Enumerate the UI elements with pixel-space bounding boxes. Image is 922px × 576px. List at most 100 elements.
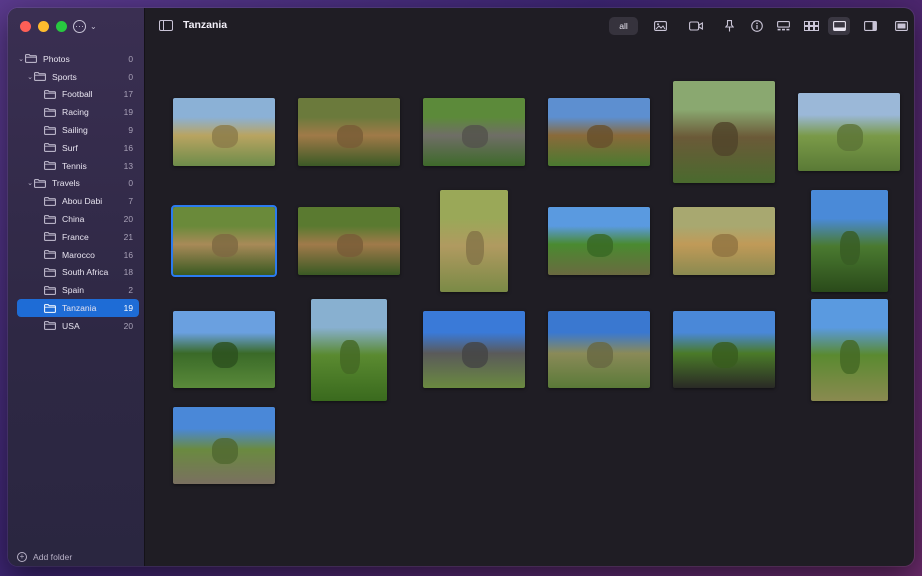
close-window-button[interactable] xyxy=(20,21,31,32)
sidebar-item-south-africa[interactable]: South Africa 18 xyxy=(8,264,145,282)
sidebar-item-china[interactable]: China 20 xyxy=(8,210,145,228)
sidebar-item-label: Spain xyxy=(62,285,84,296)
folder-icon xyxy=(44,214,56,224)
photo-thumbnail-acacia-sky-tall[interactable] xyxy=(811,190,888,292)
sidebar-item-sports[interactable]: ⌄ Sports 0 xyxy=(8,68,145,86)
sidebar-item-usa[interactable]: USA 20 xyxy=(8,317,145,335)
inspector-toggle-icon[interactable] xyxy=(860,17,880,35)
app-window: ··· ⌄ ⌄ Photos 0 ⌄ Sports 0 Football 17 Racing 19… xyxy=(8,8,914,566)
photo-thumbnail-giraffe-acacia[interactable] xyxy=(548,98,650,166)
folder-icon xyxy=(44,232,56,242)
add-folder-button[interactable]: + Add folder xyxy=(17,552,72,562)
photo-thumbnail-rock-sky[interactable] xyxy=(423,311,525,388)
chevron-down-icon: ⌄ xyxy=(90,21,97,31)
sidebar-item-surf[interactable]: Surf 16 xyxy=(8,139,145,157)
sidebar-item-label: Abou Dabi xyxy=(62,196,103,207)
main-content: Tanzania all xyxy=(145,8,914,566)
sidebar-item-count: 13 xyxy=(123,160,133,171)
photo-thumbnail-green-valley[interactable] xyxy=(311,299,387,401)
photo-subject xyxy=(465,230,484,266)
zoom-window-button[interactable] xyxy=(56,21,67,32)
photo-subject xyxy=(461,125,489,149)
photo-subject xyxy=(211,341,239,368)
toolbar: Tanzania all xyxy=(145,8,914,44)
sidebar-toggle-icon[interactable] xyxy=(159,20,173,31)
window-controls xyxy=(20,21,67,32)
photo-thumbnail-acacia-row[interactable] xyxy=(173,311,275,388)
photo-thumbnail-lionesses-cubs[interactable] xyxy=(171,205,277,277)
photo-subject xyxy=(336,125,364,149)
photo-thumbnail-savanna-clouds[interactable] xyxy=(548,311,650,388)
photo-thumbnail-elephant-bush[interactable] xyxy=(423,98,525,166)
sidebar-item-count: 19 xyxy=(123,303,133,314)
folder-icon xyxy=(44,250,56,260)
sidebar-item-racing[interactable]: Racing 19 xyxy=(8,103,145,121)
photo-thumbnail-buffalo-grass[interactable] xyxy=(673,311,775,388)
sidebar-item-label: Photos xyxy=(43,53,70,64)
photo-thumbnail-giraffes-plain[interactable] xyxy=(173,98,275,166)
sidebar-item-count: 16 xyxy=(123,249,133,260)
photo-subject xyxy=(586,125,614,149)
add-folder-label: Add folder xyxy=(33,552,73,562)
sidebar-item-label: South Africa xyxy=(62,267,109,278)
pin-icon[interactable] xyxy=(719,17,739,35)
fullscreen-icon[interactable] xyxy=(891,17,911,35)
info-icon[interactable] xyxy=(747,17,767,35)
photo-subject xyxy=(840,230,861,266)
sidebar-item-photos[interactable]: ⌄ Photos 0 xyxy=(8,50,145,68)
folder-icon xyxy=(34,72,46,82)
filmstrip-view-icon[interactable] xyxy=(773,17,793,35)
sidebar-item-label: Football xyxy=(62,89,93,100)
sidebar-item-football[interactable]: Football 17 xyxy=(8,86,145,104)
sidebar-item-count: 2 xyxy=(128,285,133,296)
more-menu-button[interactable]: ··· ⌄ xyxy=(73,18,99,34)
sidebar-item-travels[interactable]: ⌄ Travels 0 xyxy=(8,175,145,193)
sidebar-item-count: 0 xyxy=(128,53,133,64)
filter-all-button[interactable]: all xyxy=(609,17,638,35)
folder-tree: ⌄ Photos 0 ⌄ Sports 0 Football 17 Racing 19 Sailin… xyxy=(8,50,145,335)
sidebar-item-france[interactable]: France 21 xyxy=(8,228,145,246)
disclosure-chevron-icon[interactable]: ⌄ xyxy=(26,179,34,187)
sidebar-item-label: Sailing xyxy=(62,125,88,136)
photo-subject xyxy=(211,437,239,464)
folder-icon xyxy=(44,90,56,99)
sidebar-item-abou-dabi[interactable]: Abou Dabi 7 xyxy=(8,192,145,210)
sidebar-item-label: Sports xyxy=(52,71,77,82)
sidebar-item-label: China xyxy=(62,214,85,225)
folder-icon xyxy=(44,303,56,313)
folder-icon xyxy=(44,196,56,206)
sidebar-item-marocco[interactable]: Marocco 16 xyxy=(8,246,145,264)
folder-icon xyxy=(44,143,56,153)
video-filter-icon[interactable] xyxy=(686,17,706,35)
sidebar-item-count: 21 xyxy=(123,231,133,242)
photo-thumbnail-leopard-tree[interactable] xyxy=(673,81,775,183)
photo-thumbnail-cheetah-grass[interactable] xyxy=(440,190,508,292)
photo-subject xyxy=(339,339,360,375)
photo-thumbnail-bird-bush[interactable] xyxy=(548,207,650,275)
photo-thumbnail-kopje-rocks[interactable] xyxy=(173,407,275,484)
photo-filter-icon[interactable] xyxy=(650,17,670,35)
photo-thumbnail-cheetah-portrait[interactable] xyxy=(673,207,775,275)
photo-subject xyxy=(211,234,239,258)
sidebar-item-tennis[interactable]: Tennis 13 xyxy=(8,157,145,175)
photo-subject xyxy=(336,234,364,258)
sidebar-item-label: Tennis xyxy=(62,160,87,171)
sidebar-item-sailing[interactable]: Sailing 9 xyxy=(8,121,145,139)
page-title: Tanzania xyxy=(183,19,228,31)
photo-thumbnail-buffalo-plain[interactable] xyxy=(798,93,900,171)
disclosure-chevron-icon[interactable]: ⌄ xyxy=(26,73,34,81)
single-view-icon[interactable] xyxy=(828,17,850,35)
photo-thumbnail-lone-acacia[interactable] xyxy=(811,299,888,401)
sidebar-item-spain[interactable]: Spain 2 xyxy=(8,281,145,299)
photo-subject xyxy=(586,341,614,368)
disclosure-chevron-icon[interactable]: ⌄ xyxy=(17,55,25,63)
grid-view-icon[interactable] xyxy=(798,17,824,35)
photo-thumbnail-lions-tree[interactable] xyxy=(298,207,400,275)
minimize-window-button[interactable] xyxy=(38,21,49,32)
photo-thumbnail-lion-resting[interactable] xyxy=(298,98,400,166)
sidebar-item-tanzania[interactable]: Tanzania 19 xyxy=(17,299,139,317)
sidebar-item-count: 16 xyxy=(123,142,133,153)
sidebar-item-count: 20 xyxy=(123,320,133,331)
sidebar-item-label: Marocco xyxy=(62,249,95,260)
sidebar-item-count: 7 xyxy=(128,196,133,207)
